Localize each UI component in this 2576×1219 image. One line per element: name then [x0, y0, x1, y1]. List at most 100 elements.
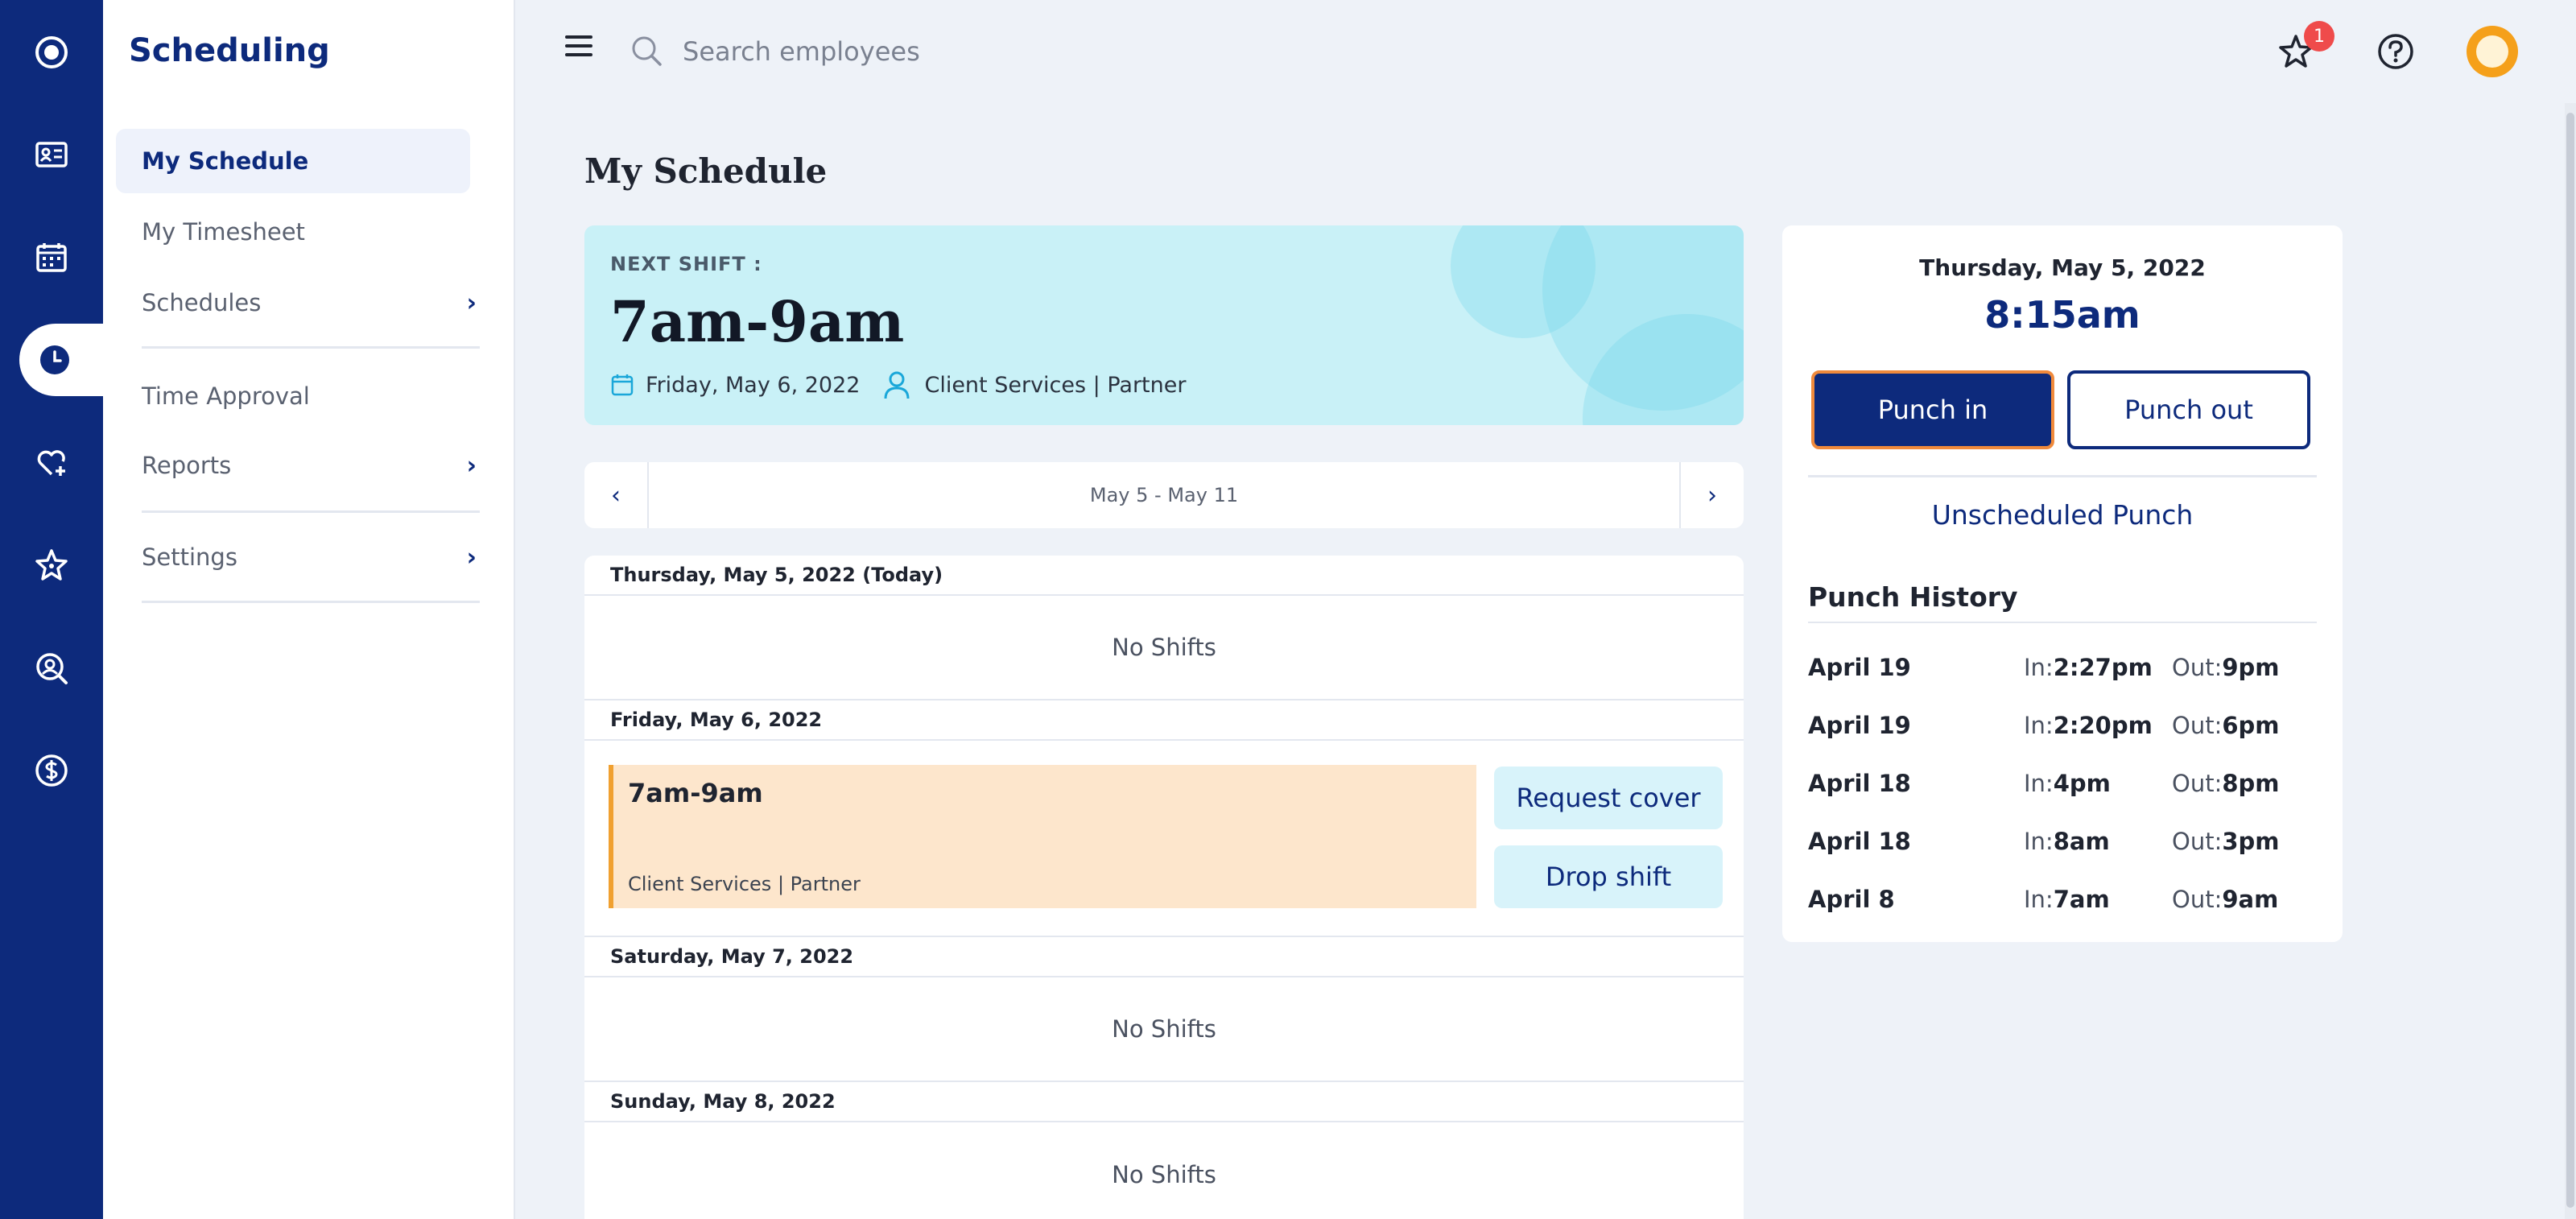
- out-time: 9am: [2222, 886, 2279, 913]
- punch-in-button[interactable]: Punch in: [1811, 370, 2054, 449]
- in-label: In:: [2024, 828, 2054, 855]
- unscheduled-punch-link[interactable]: Unscheduled Punch: [1782, 499, 2343, 531]
- sidebar-item-settings[interactable]: Settings ›: [116, 525, 477, 589]
- shift-time: 7am-9am: [628, 778, 763, 808]
- heart-plus-icon[interactable]: [0, 427, 103, 499]
- history-row: April 8 In:7am Out:9am: [1808, 886, 2317, 926]
- history-date: April 8: [1808, 886, 1895, 913]
- next-shift-meta: Friday, May 6, 2022 Client Services | Pa…: [610, 369, 1186, 401]
- history-date: April 18: [1808, 828, 1911, 855]
- out-label: Out:: [2172, 886, 2223, 913]
- day-header: Sunday, May 8, 2022: [584, 1082, 1744, 1122]
- history-row: April 19 In:2:20pm Out:6pm: [1808, 712, 2317, 752]
- in-time: 2:27pm: [2053, 654, 2153, 681]
- help-icon[interactable]: [2376, 32, 2415, 71]
- week-range: May 5 - May 11: [1089, 484, 1239, 506]
- search-input[interactable]: [683, 29, 1166, 74]
- day-header: Thursday, May 5, 2022 (Today): [584, 556, 1744, 596]
- notification-badge: 1: [2304, 21, 2334, 52]
- sidebar-item-schedules[interactable]: Schedules ›: [116, 271, 477, 335]
- sidebar-item-label: Reports: [142, 452, 232, 479]
- avatar[interactable]: [2467, 26, 2518, 77]
- history-date: April 19: [1808, 654, 1911, 681]
- in-time: 8am: [2053, 828, 2110, 855]
- in-label: In:: [2024, 886, 2054, 913]
- chevron-right-icon: ›: [466, 288, 477, 317]
- punch-out-button[interactable]: Punch out: [2067, 370, 2310, 449]
- punch-history-title: Punch History: [1808, 581, 2018, 613]
- chevron-right-icon: ›: [466, 451, 477, 480]
- no-shifts-text: No Shifts: [1112, 1161, 1216, 1188]
- calendar-icon[interactable]: [0, 221, 103, 294]
- scrollbar-thumb[interactable]: [2566, 113, 2574, 1208]
- divider: [1808, 475, 2317, 477]
- star-icon[interactable]: [0, 529, 103, 601]
- sidebar-item-label: Schedules: [142, 289, 262, 316]
- out-time: 9pm: [2222, 654, 2280, 681]
- drop-shift-button[interactable]: Drop shift: [1494, 845, 1723, 908]
- dollar-icon[interactable]: [0, 734, 103, 807]
- previous-week-button[interactable]: ‹: [584, 462, 649, 528]
- sidebar-item-label: My Timesheet: [142, 218, 305, 246]
- nav-divider: [142, 346, 480, 349]
- history-date: April 18: [1808, 770, 1911, 797]
- in-time: 2:20pm: [2053, 712, 2153, 739]
- request-cover-button[interactable]: Request cover: [1494, 767, 1723, 829]
- page-title: My Schedule: [584, 151, 828, 191]
- sidebar-item-label: Settings: [142, 543, 237, 571]
- divider: [1808, 622, 2317, 623]
- week-navigator: ‹ May 5 - May 11 ›: [584, 462, 1744, 528]
- shift-card[interactable]: 7am-9am Client Services | Partner: [609, 765, 1476, 908]
- search-icon: [632, 36, 662, 66]
- calendar-icon: [611, 374, 634, 396]
- app-title: Scheduling: [129, 32, 330, 69]
- in-label: In:: [2024, 770, 2054, 797]
- next-shift-time: 7am-9am: [610, 288, 905, 355]
- out-label: Out:: [2172, 770, 2223, 797]
- nav-divider: [142, 510, 480, 513]
- menu-icon[interactable]: [565, 35, 592, 56]
- no-shifts-text: No Shifts: [584, 596, 1744, 700]
- history-row: April 18 In:8am Out:3pm: [1808, 828, 2317, 868]
- history-row: April 18 In:4pm Out:8pm: [1808, 770, 2317, 810]
- sidebar-item-reports[interactable]: Reports ›: [116, 433, 477, 498]
- current-time: 8:15am: [1984, 293, 2140, 337]
- next-shift-label: NEXT SHIFT :: [610, 253, 762, 275]
- schedule-list: Thursday, May 5, 2022 (Today) No Shifts …: [584, 556, 1744, 1219]
- sidebar-item-time-approval[interactable]: Time Approval: [116, 364, 470, 428]
- next-shift-department: Client Services | Partner: [924, 372, 1187, 398]
- punch-date: Thursday, May 5, 2022: [1919, 254, 2206, 281]
- in-label: In:: [2024, 712, 2054, 739]
- in-time: 7am: [2053, 886, 2110, 913]
- person-icon: [884, 371, 910, 399]
- top-bar: 1: [517, 0, 2576, 103]
- sidebar-item-my-schedule[interactable]: My Schedule: [116, 129, 470, 193]
- logo-icon[interactable]: [0, 16, 103, 89]
- out-label: Out:: [2172, 654, 2223, 681]
- out-time: 8pm: [2222, 770, 2280, 797]
- nav-divider: [142, 601, 480, 603]
- icon-rail: [0, 0, 108, 1219]
- next-shift-date: Friday, May 6, 2022: [646, 372, 861, 398]
- next-week-button[interactable]: ›: [1679, 462, 1744, 528]
- person-search-icon[interactable]: [0, 632, 103, 705]
- history-row: April 19 In:2:27pm Out:9pm: [1808, 654, 2317, 694]
- side-nav: Scheduling My Schedule My Timesheet Sche…: [103, 0, 515, 1219]
- in-time: 4pm: [2053, 770, 2111, 797]
- in-label: In:: [2024, 654, 2054, 681]
- no-shifts-text: No Shifts: [584, 977, 1744, 1082]
- sidebar-item-my-timesheet[interactable]: My Timesheet: [116, 200, 470, 264]
- day-header: Saturday, May 7, 2022: [584, 937, 1744, 977]
- next-shift-card: NEXT SHIFT : 7am-9am Friday, May 6, 2022…: [584, 225, 1744, 425]
- shift-department: Client Services | Partner: [628, 873, 861, 895]
- out-time: 6pm: [2222, 712, 2280, 739]
- out-label: Out:: [2172, 712, 2223, 739]
- sidebar-item-label: Time Approval: [142, 382, 310, 410]
- out-time: 3pm: [2222, 828, 2280, 855]
- sidebar-item-label: My Schedule: [142, 147, 309, 175]
- out-label: Out:: [2172, 828, 2223, 855]
- clock-icon[interactable]: [19, 324, 108, 396]
- day-header: Friday, May 6, 2022: [584, 700, 1744, 741]
- punch-clock-card: Thursday, May 5, 2022 8:15am Punch in Pu…: [1782, 225, 2343, 942]
- id-card-icon[interactable]: [0, 118, 103, 191]
